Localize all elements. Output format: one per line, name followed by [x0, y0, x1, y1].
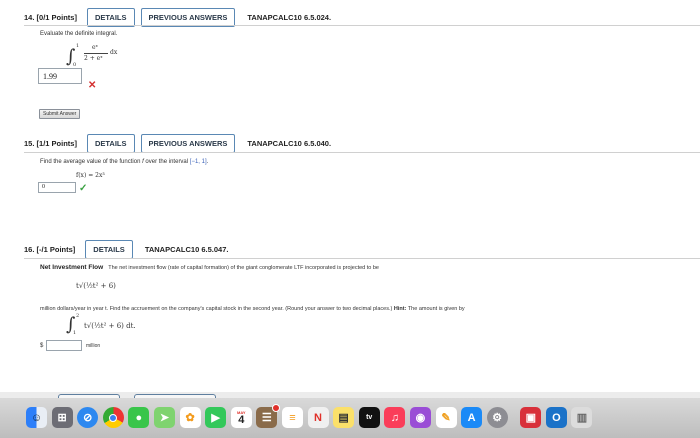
- safari-icon[interactable]: ⊘: [77, 407, 99, 428]
- contacts-icon[interactable]: ☰: [256, 404, 281, 428]
- integral-upper: 2: [76, 313, 80, 319]
- outlook-icon[interactable]: O: [545, 407, 567, 428]
- integral-numerator: eˣ: [92, 44, 99, 51]
- integral-lower: 1: [73, 330, 77, 336]
- news-icon[interactable]: N: [307, 407, 329, 428]
- question-number: 15. [1/1 Points]: [24, 139, 77, 148]
- submit-answer-button[interactable]: Submit Answer: [39, 109, 81, 119]
- question-prompt-continued: million dollars/year in year t. Find the…: [40, 306, 465, 312]
- answer-input[interactable]: 1.99: [38, 68, 82, 84]
- maps-icon[interactable]: ➤: [153, 407, 175, 428]
- integral-denominator: 2 + eˣ: [84, 55, 103, 62]
- finder-icon[interactable]: ☺: [26, 407, 47, 428]
- question-prompt: Evaluate the definite integral.: [40, 31, 118, 37]
- incorrect-icon: ✕: [88, 80, 97, 91]
- previous-answers-button[interactable]: PREVIOUS ANSWERS: [140, 134, 236, 153]
- answer-input[interactable]: 0: [38, 182, 76, 193]
- divider: [24, 25, 700, 26]
- music-icon[interactable]: ♫: [384, 407, 406, 428]
- question-code: TANAPCALC10 6.5.047.: [144, 245, 229, 254]
- photo-booth-icon[interactable]: ▣: [520, 407, 542, 428]
- question-code: TANAPCALC10 6.5.040.: [247, 139, 332, 148]
- messages-icon[interactable]: ●: [128, 407, 150, 428]
- flow-formula: t√(½t² + 6): [76, 282, 116, 290]
- integral-dx: dx: [110, 49, 118, 56]
- integral-upper: 1: [76, 43, 80, 49]
- system-settings-icon[interactable]: ⚙: [486, 407, 508, 428]
- question-code: TANAPCALC10 6.5.024.: [247, 13, 332, 22]
- hint-label: Hint:: [393, 306, 407, 312]
- answer-input[interactable]: [46, 340, 82, 351]
- divider: [24, 152, 700, 153]
- details-button[interactable]: DETAILS: [86, 134, 135, 153]
- unit-label: million: [86, 343, 101, 349]
- currency-symbol: $: [40, 343, 44, 349]
- dock: ☺ ⊞ ⊘ ● ➤ ✿ ▶ MAY 4 ☰ ≡ N ▤ tv ♫ ◉ ✎ A ⚙…: [26, 404, 597, 428]
- freeform-icon[interactable]: ✎: [435, 407, 457, 428]
- chrome-icon[interactable]: [102, 407, 124, 428]
- correct-check-icon: ✓: [79, 183, 88, 194]
- calendar-icon[interactable]: MAY 4: [230, 407, 252, 428]
- problem-title: Net Investment Flow: [40, 264, 104, 271]
- integral-body: t√(½t² + 6) dt.: [84, 322, 136, 330]
- question-16-header: 16. [-/1 Points] DETAILS TANAPCALC10 6.5…: [24, 240, 228, 259]
- fraction-bar: [84, 53, 108, 54]
- facetime-icon[interactable]: ▶: [205, 407, 227, 428]
- photos-icon[interactable]: ✿: [179, 407, 201, 428]
- question-prompt: Net Investment Flow The net investment fl…: [40, 264, 379, 271]
- question-number: 16. [-/1 Points]: [24, 245, 76, 254]
- trash-icon[interactable]: ▥: [571, 407, 593, 428]
- launchpad-icon[interactable]: ⊞: [51, 407, 73, 428]
- apple-tv-icon[interactable]: tv: [358, 407, 380, 428]
- notes-icon[interactable]: ▤: [333, 407, 355, 428]
- divider: [24, 258, 700, 259]
- reminders-icon[interactable]: ≡: [281, 407, 303, 428]
- question-15-header: 15. [1/1 Points] DETAILS PREVIOUS ANSWER…: [24, 134, 331, 153]
- function-expression: f(x) = 2x³: [76, 172, 105, 179]
- question-number: 14. [0/1 Points]: [24, 13, 77, 22]
- app-store-icon[interactable]: A: [461, 407, 483, 428]
- question-prompt: Find the average value of the function f…: [40, 159, 209, 165]
- podcasts-icon[interactable]: ◉: [409, 407, 431, 428]
- details-button[interactable]: DETAILS: [85, 240, 133, 259]
